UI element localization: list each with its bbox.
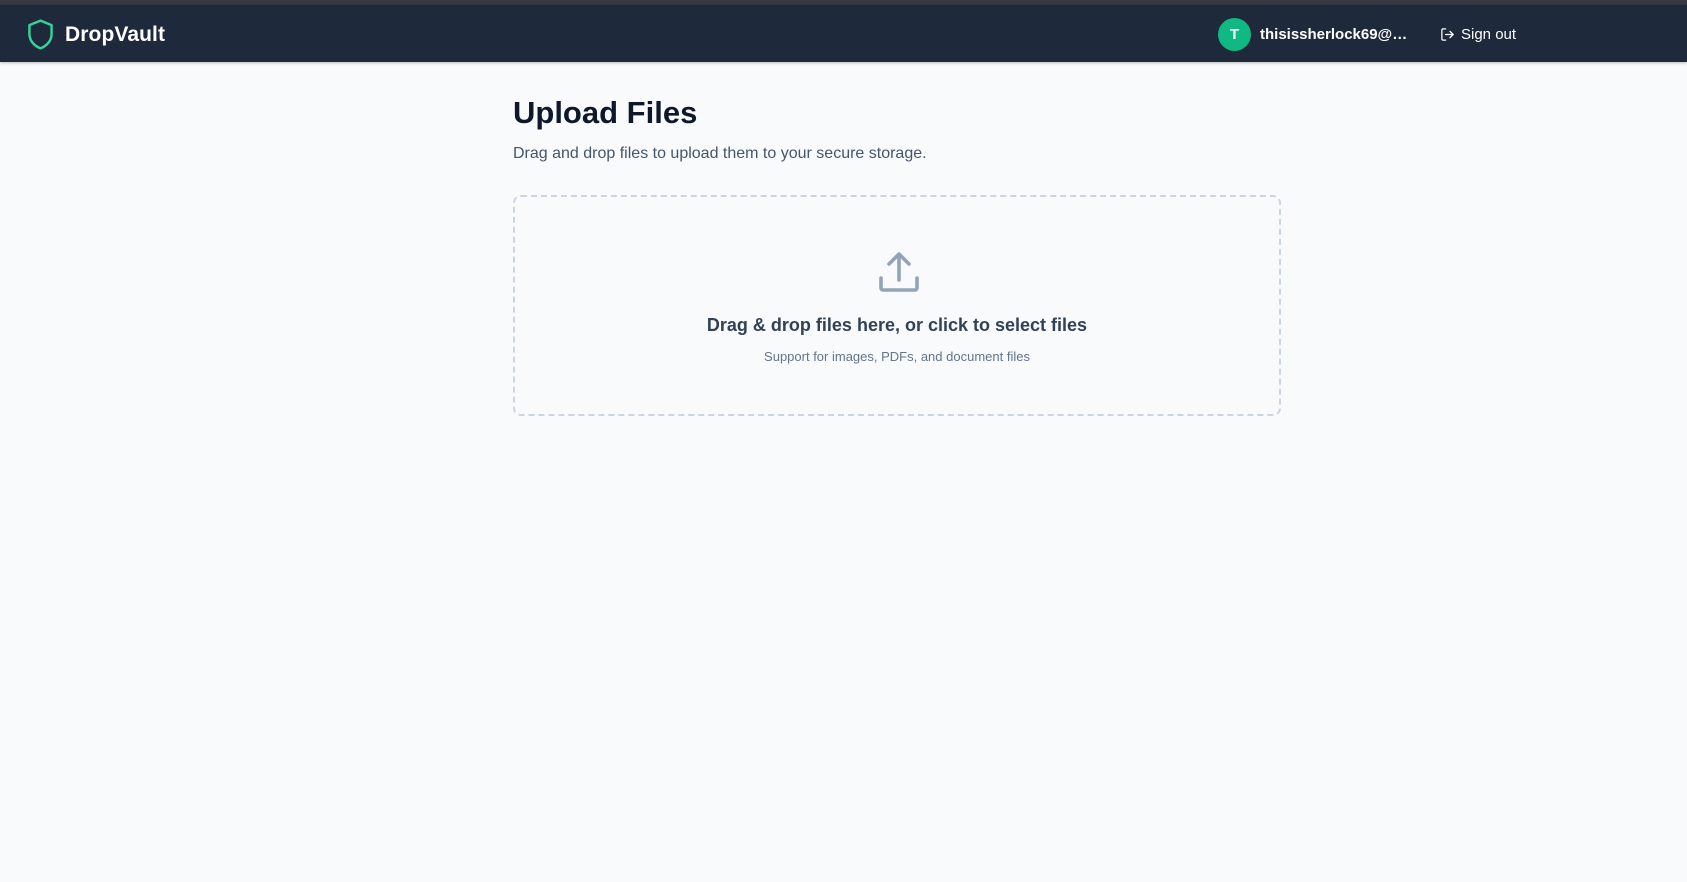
dropzone-title: Drag & drop files here, or click to sele… [706, 315, 1088, 335]
sign-out-button[interactable]: Sign out [1440, 26, 1516, 43]
navbar: DropVault T thisissherlock69@gm... Sign … [0, 5, 1687, 62]
avatar-initial: T [1229, 26, 1240, 43]
user-menu: T thisissherlock69@gm... Sign out [1218, 18, 1516, 51]
main-content: Upload Files Drag and drop files to uplo… [513, 62, 1281, 416]
sign-out-label: Sign out [1461, 26, 1517, 43]
user-email: thisissherlock69@gm... [1260, 26, 1410, 43]
log-out-icon [1440, 27, 1455, 42]
page-subtitle: Drag and drop files to upload them to yo… [513, 145, 927, 162]
upload-icon [875, 248, 923, 296]
brand-logo[interactable]: DropVault [27, 19, 165, 50]
shield-icon [27, 19, 54, 50]
page-title: Upload Files [513, 95, 698, 130]
dropzone-subtitle: Support for images, PDFs, and document f… [764, 349, 1030, 364]
brand-name: DropVault [65, 22, 166, 46]
avatar[interactable]: T [1218, 18, 1251, 51]
file-dropzone[interactable]: Drag & drop files here, or click to sele… [513, 195, 1281, 416]
